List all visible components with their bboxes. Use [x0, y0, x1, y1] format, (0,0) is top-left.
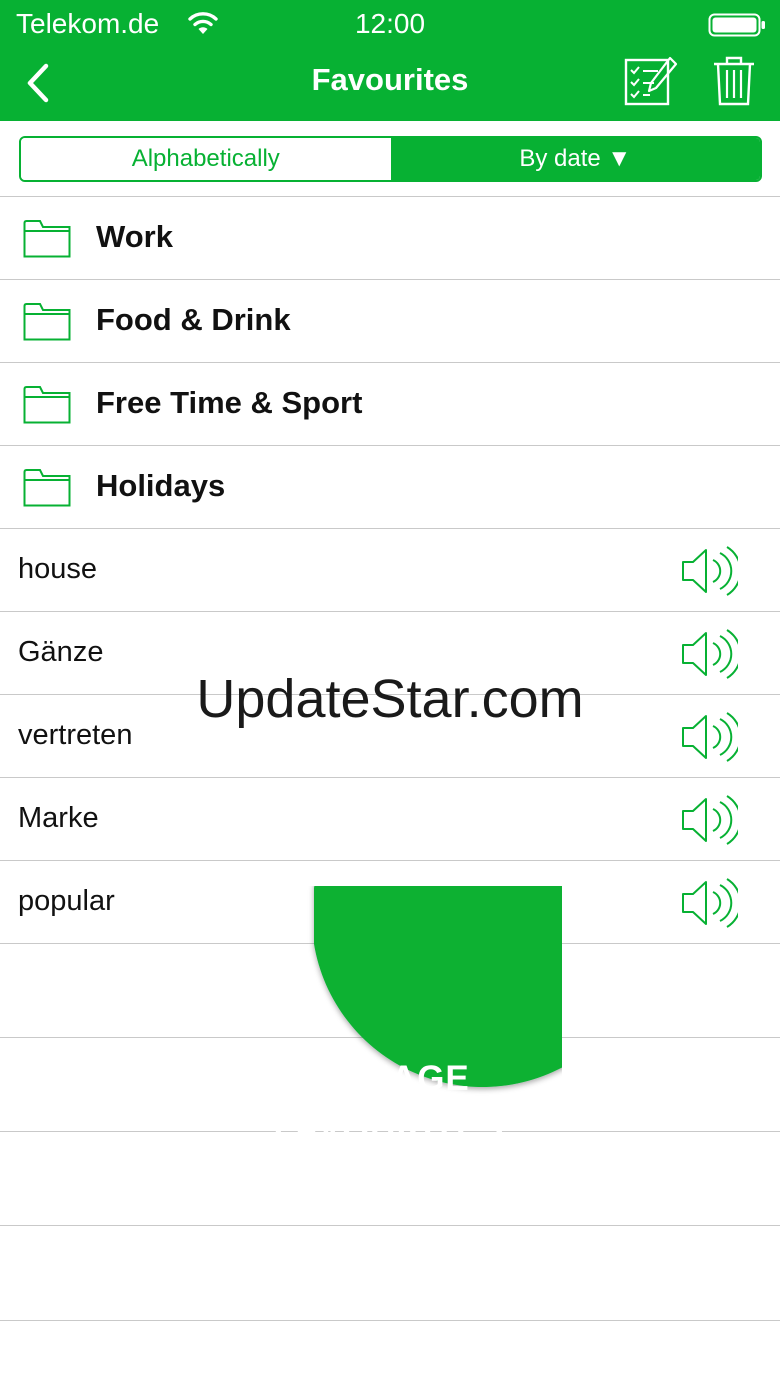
navigation-bar: Favourites	[0, 48, 780, 121]
folder-icon	[23, 469, 71, 507]
word-label: Gänze	[18, 636, 104, 668]
folder-row-work[interactable]: Work	[0, 197, 780, 280]
divider	[0, 1320, 780, 1321]
word-label: popular	[18, 885, 115, 917]
battery-icon	[708, 13, 765, 37]
folder-label: Food & Drink	[96, 302, 291, 337]
sort-by-date-segment[interactable]: By date ▼	[390, 138, 760, 180]
folder-row-holidays[interactable]: Holidays	[0, 446, 780, 529]
folder-icon	[23, 303, 71, 341]
speaker-icon[interactable]	[680, 794, 738, 846]
speaker-icon[interactable]	[680, 877, 738, 929]
word-row-marke[interactable]: Marke	[0, 778, 780, 861]
manage-label-line1: MANAGE	[308, 1059, 470, 1098]
word-label: Marke	[18, 802, 99, 834]
sort-alphabetically-segment[interactable]: Alphabetically	[21, 138, 391, 180]
folder-row-free-time-sport[interactable]: Free Time & Sport	[0, 363, 780, 446]
manage-favourites-bubble[interactable]: MANAGE FAVOURITES	[216, 886, 562, 1274]
edit-checklist-icon[interactable]	[622, 54, 680, 108]
sort-segmented-control: Alphabetically By date ▼	[19, 136, 762, 182]
watermark-text: UpdateStar.com	[196, 669, 584, 729]
manage-label-line2: FAVOURITES	[273, 1109, 505, 1148]
folder-row-food-drink[interactable]: Food & Drink	[0, 280, 780, 363]
clock-time: 12:00	[354, 8, 426, 39]
trash-icon[interactable]	[712, 54, 756, 108]
folder-label: Free Time & Sport	[96, 385, 363, 420]
folder-icon	[23, 386, 71, 424]
folder-label: Work	[96, 219, 173, 254]
speaker-icon[interactable]	[680, 545, 738, 597]
manage-favourites-label: MANAGE FAVOURITES	[216, 1054, 562, 1154]
folder-icon	[23, 220, 71, 258]
folder-label: Holidays	[96, 468, 226, 503]
status-bar: Telekom.de 12:00	[0, 0, 780, 48]
word-row-house[interactable]: house	[0, 529, 780, 612]
word-label: house	[18, 553, 98, 585]
